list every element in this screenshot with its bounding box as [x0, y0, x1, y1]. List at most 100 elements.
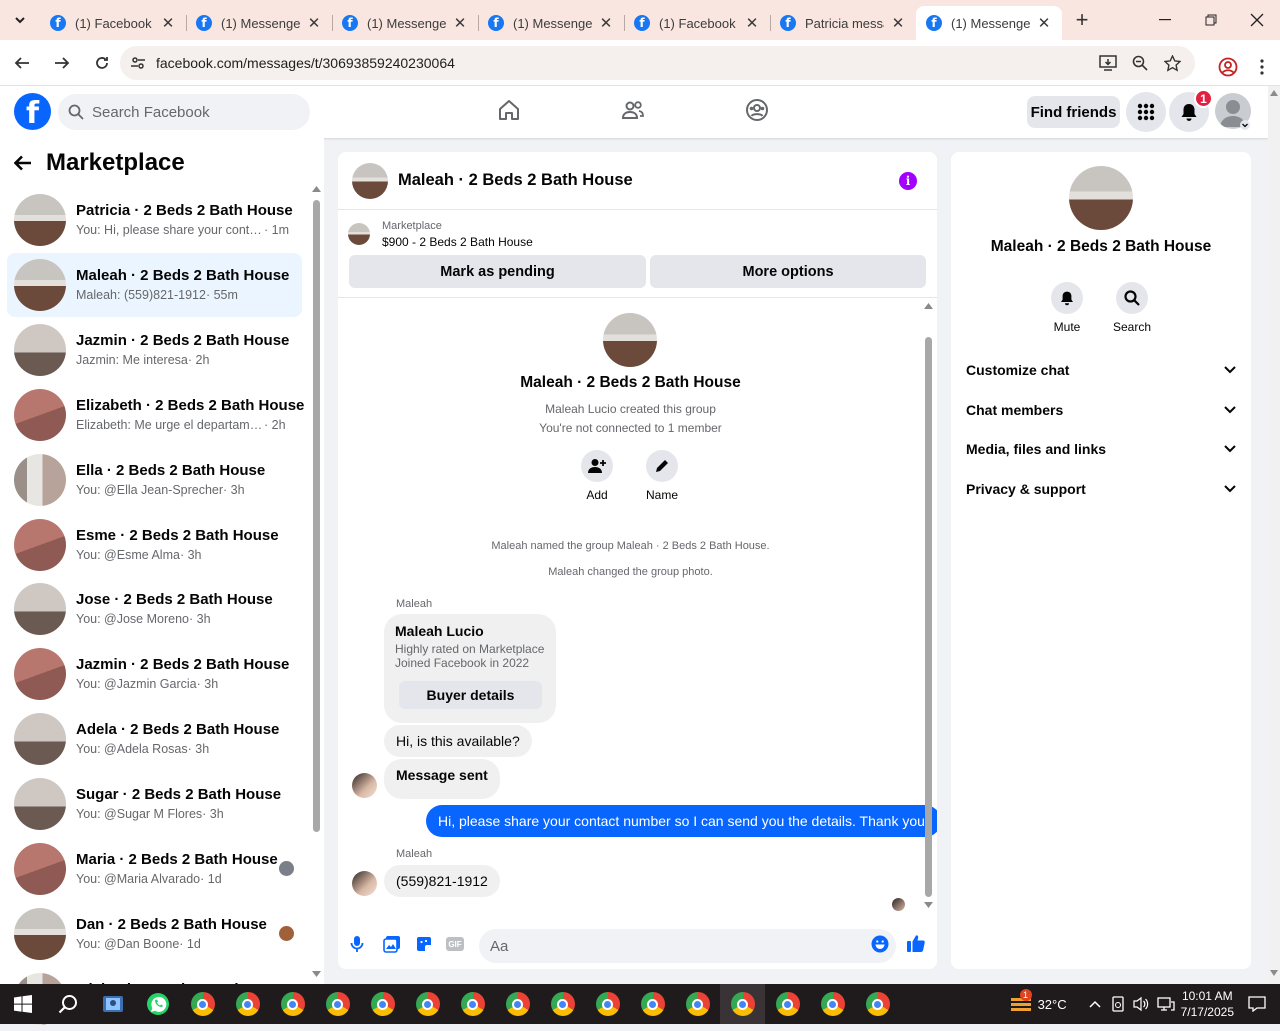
- more-options-button[interactable]: More options: [650, 255, 926, 288]
- details-section[interactable]: Customize chat: [966, 360, 1236, 380]
- conversation-item[interactable]: Patricia · 2 Beds 2 Bath House You: Hi, p…: [7, 188, 302, 252]
- mute-button[interactable]: Mute: [1037, 282, 1097, 334]
- conversation-item[interactable]: Dan · 2 Beds 2 Bath House You: @Dan Boone…: [7, 902, 302, 966]
- taskbar-app-chrome[interactable]: [810, 984, 855, 1024]
- browser-menu-button[interactable]: [1244, 49, 1280, 85]
- conversation-item[interactable]: Adela · 2 Beds 2 Bath House You: @Adela R…: [7, 707, 302, 771]
- conversation-item[interactable]: Maria · 2 Beds 2 Bath House You: @Maria A…: [7, 837, 302, 901]
- taskbar-app-chrome[interactable]: [675, 984, 720, 1024]
- voice-clip-button[interactable]: [350, 935, 364, 953]
- taskbar-app-chrome[interactable]: [225, 984, 270, 1024]
- taskbar-search-button[interactable]: [45, 984, 90, 1024]
- group-photo-large[interactable]: [1069, 166, 1133, 230]
- bookmark-star-icon[interactable]: [1156, 46, 1188, 80]
- profile-button[interactable]: [1210, 49, 1246, 85]
- mark-as-pending-button[interactable]: Mark as pending: [349, 255, 646, 288]
- taskbar-app-whatsapp[interactable]: [135, 984, 180, 1024]
- conversation-item[interactable]: Sugar · 2 Beds 2 Bath House You: @Sugar M…: [7, 772, 302, 836]
- taskbar-app-chrome[interactable]: [765, 984, 810, 1024]
- browser-tab[interactable]: f Patricia messa ✕: [770, 6, 916, 40]
- taskbar-app-photos[interactable]: [90, 984, 135, 1024]
- find-friends-button[interactable]: Find friends: [1027, 96, 1120, 128]
- facebook-logo[interactable]: f: [14, 93, 51, 130]
- close-window-button[interactable]: [1234, 0, 1280, 40]
- browser-tab[interactable]: f (1) Facebook ✕: [624, 6, 770, 40]
- taskbar-app-chrome[interactable]: [450, 984, 495, 1024]
- facebook-search-input[interactable]: Search Facebook: [58, 94, 310, 130]
- device-icon[interactable]: [1111, 996, 1125, 1012]
- weather-widget[interactable]: 1: [1010, 989, 1032, 1013]
- group-photo[interactable]: [603, 313, 657, 367]
- scroll-down-arrow-icon[interactable]: [924, 902, 933, 908]
- groups-nav-button[interactable]: [745, 98, 769, 122]
- volume-icon[interactable]: [1133, 996, 1149, 1012]
- taskbar-app-chrome[interactable]: [585, 984, 630, 1024]
- buyer-details-button[interactable]: Buyer details: [399, 681, 542, 709]
- conversation-item[interactable]: Esme · 2 Beds 2 Bath House You: @Esme Alm…: [7, 513, 302, 577]
- conversation-item[interactable]: Ella · 2 Beds 2 Bath House You: @Ella Jea…: [7, 448, 302, 512]
- taskbar-app-chrome[interactable]: [360, 984, 405, 1024]
- attach-photo-button[interactable]: [383, 935, 401, 953]
- close-tab-icon[interactable]: ✕: [890, 14, 906, 32]
- tab-search-button[interactable]: [0, 0, 40, 40]
- taskbar-app-chrome[interactable]: [495, 984, 540, 1024]
- site-info-icon[interactable]: [120, 55, 156, 71]
- notification-center-icon[interactable]: [1248, 996, 1266, 1012]
- scroll-down-arrow-icon[interactable]: [1270, 970, 1278, 976]
- browser-tab[interactable]: f (1) Messenger ✕: [332, 6, 478, 40]
- details-section[interactable]: Chat members: [966, 400, 1236, 420]
- message-bubble[interactable]: Message sent: [384, 759, 500, 799]
- browser-tab[interactable]: f (1) Facebook ✕: [40, 6, 186, 40]
- sticker-button[interactable]: [415, 935, 433, 953]
- like-button[interactable]: [906, 933, 926, 953]
- add-member-button[interactable]: Add: [567, 450, 627, 502]
- reload-button[interactable]: [84, 45, 120, 81]
- url-text[interactable]: facebook.com/messages/t/3069385924023006…: [156, 55, 455, 71]
- sender-avatar[interactable]: [352, 871, 377, 896]
- sender-avatar[interactable]: [352, 773, 377, 798]
- page-scrollbar[interactable]: [1268, 86, 1280, 984]
- taskbar-app-chrome[interactable]: [720, 984, 765, 1024]
- sidebar-scrollbar-thumb[interactable]: [313, 200, 320, 832]
- taskbar-app-chrome[interactable]: [180, 984, 225, 1024]
- browser-tab[interactable]: f (1) Messenger ✕: [916, 6, 1062, 40]
- home-nav-button[interactable]: [497, 98, 521, 122]
- close-tab-icon[interactable]: ✕: [1036, 14, 1052, 32]
- close-tab-icon[interactable]: ✕: [160, 14, 176, 32]
- friends-nav-button[interactable]: [621, 98, 645, 122]
- message-bubble[interactable]: (559)821-1912: [384, 865, 500, 897]
- new-tab-button[interactable]: +: [1062, 7, 1102, 33]
- info-icon[interactable]: i: [899, 172, 917, 190]
- forward-button[interactable]: [44, 45, 80, 81]
- close-tab-icon[interactable]: ✕: [744, 14, 760, 32]
- search-in-conversation-button[interactable]: Search: [1102, 282, 1162, 334]
- message-bubble[interactable]: Hi, is this available?: [384, 725, 532, 757]
- scroll-up-arrow-icon[interactable]: [1270, 90, 1278, 96]
- scroll-up-arrow-icon[interactable]: [312, 186, 321, 192]
- listing-summary[interactable]: Marketplace $900 - 2 Beds 2 Bath House: [348, 218, 533, 250]
- gif-button[interactable]: GIF: [446, 937, 464, 951]
- details-section[interactable]: Privacy & support: [966, 479, 1236, 499]
- message-input[interactable]: Aa: [479, 929, 896, 963]
- close-tab-icon[interactable]: ✕: [452, 14, 468, 32]
- back-button[interactable]: [4, 45, 40, 81]
- taskbar-app-chrome[interactable]: [630, 984, 675, 1024]
- conversation-item[interactable]: Maleah · 2 Beds 2 Bath House Maleah: (559…: [7, 252, 302, 317]
- my-message-bubble[interactable]: Hi, please share your contact number so …: [426, 805, 937, 837]
- scroll-down-arrow-icon[interactable]: [312, 971, 321, 977]
- chevron-up-icon[interactable]: [1089, 1000, 1101, 1008]
- menu-button[interactable]: [1126, 92, 1166, 132]
- taskbar-clock[interactable]: 10:01 AM 7/17/2025: [1181, 988, 1234, 1020]
- conversation-item[interactable]: Elizabeth · 2 Beds 2 Bath House Elizabeth…: [7, 383, 304, 447]
- taskbar-app-chrome[interactable]: [270, 984, 315, 1024]
- name-group-button[interactable]: Name: [632, 450, 692, 502]
- chat-title[interactable]: Maleah · 2 Beds 2 Bath House: [398, 171, 633, 190]
- scroll-up-arrow-icon[interactable]: [924, 303, 933, 309]
- taskbar-app-chrome[interactable]: [855, 984, 900, 1024]
- minimize-button[interactable]: [1142, 0, 1188, 40]
- close-tab-icon[interactable]: ✕: [306, 14, 322, 32]
- conversation-item[interactable]: Jazmin · 2 Beds 2 Bath House You: @Jazmin…: [7, 642, 302, 706]
- taskbar-app-chrome[interactable]: [405, 984, 450, 1024]
- browser-tab[interactable]: f (1) Messenger ✕: [478, 6, 624, 40]
- network-icon[interactable]: [1156, 997, 1175, 1011]
